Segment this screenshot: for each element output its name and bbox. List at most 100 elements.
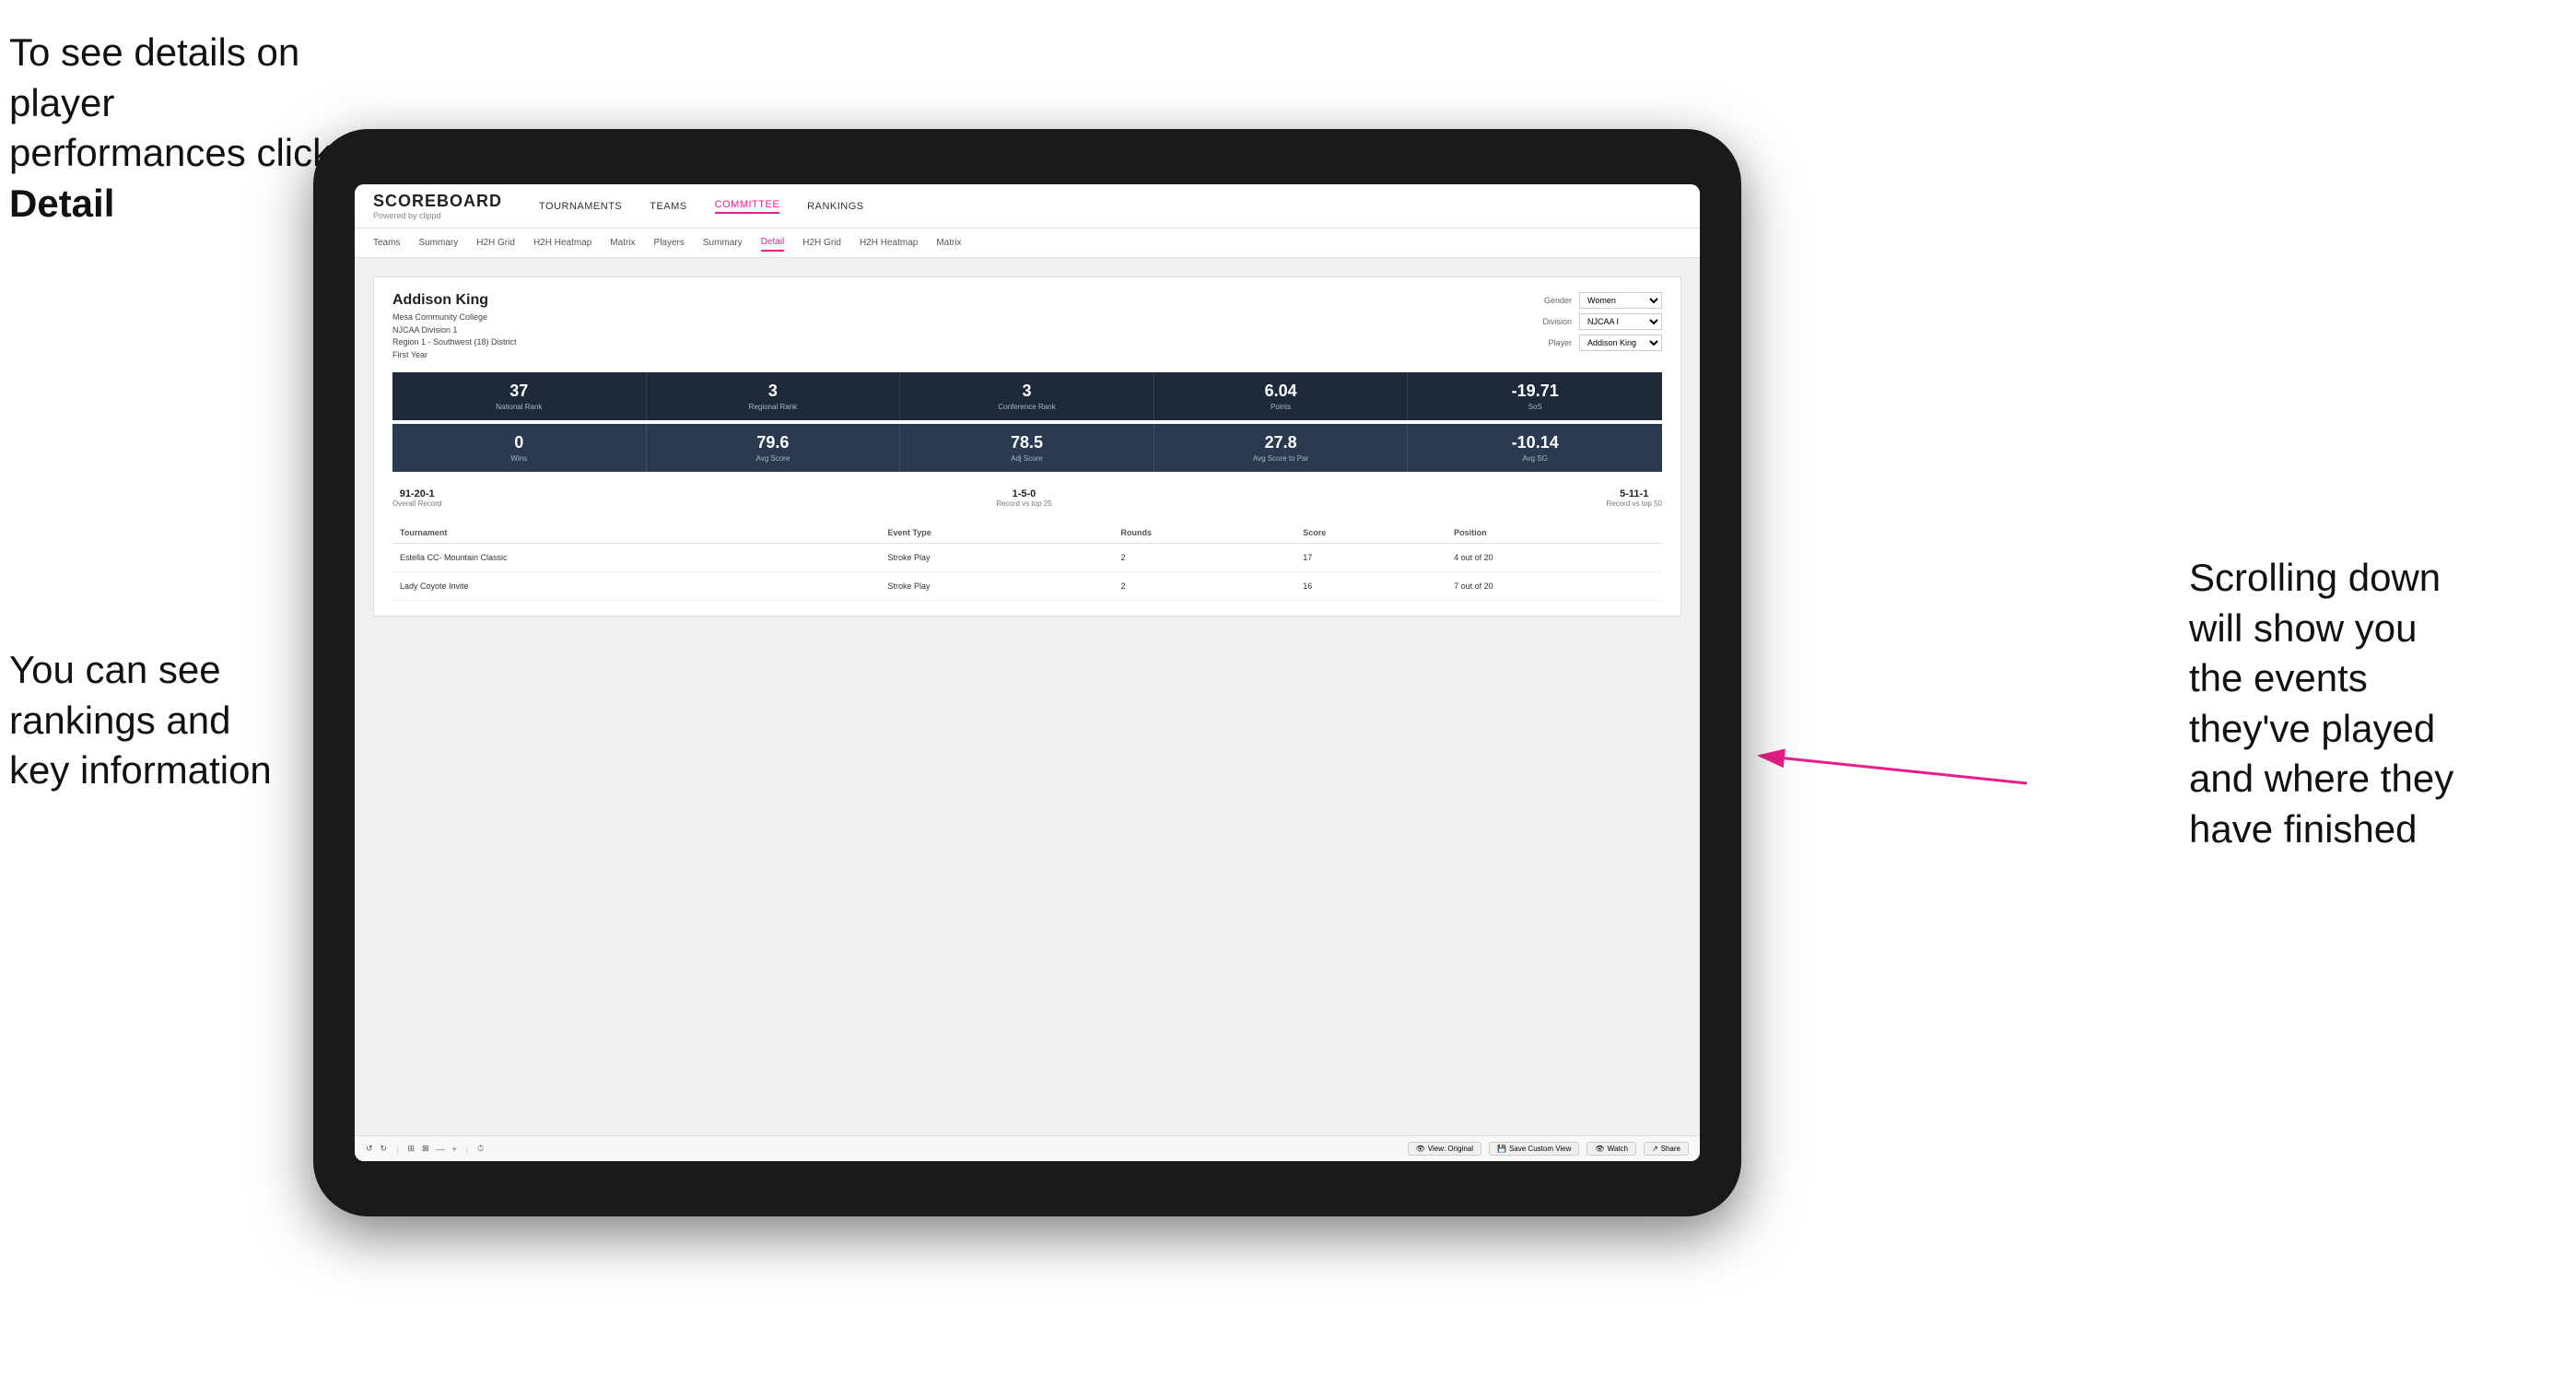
tab-h2h-grid2[interactable]: H2H Grid (802, 235, 841, 251)
tab-h2h-heatmap2[interactable]: H2H Heatmap (860, 235, 918, 251)
col-rounds: Rounds (1114, 523, 1296, 544)
player-college: Mesa Community College (392, 312, 487, 322)
tab-h2h-grid[interactable]: H2H Grid (476, 235, 515, 251)
logo-area: SCOREBOARD Powered by clippd (373, 192, 502, 220)
logo-sub: Powered by clippd (373, 211, 502, 220)
sep2: | (466, 1145, 468, 1154)
nav-teams[interactable]: TEAMS (650, 201, 686, 212)
player-year: First Year (392, 350, 427, 359)
avg-sg-label: Avg SG (1415, 454, 1655, 463)
annotation-r-1: Scrolling down (2189, 556, 2441, 599)
row1-tournament: Estella CC- Mountain Classic (392, 544, 880, 572)
division-label: Division (1542, 317, 1572, 326)
row2-event-type: Stroke Play (880, 572, 1113, 601)
main-nav: TOURNAMENTS TEAMS COMMITTEE RANKINGS (539, 199, 864, 214)
tool-3[interactable]: — (437, 1145, 445, 1154)
top25-record-label: Record vs top 25 (996, 499, 1051, 508)
stat-regional-rank: 3 Regional Rank (647, 372, 901, 420)
save-custom-btn[interactable]: 💾 Save Custom View (1489, 1142, 1579, 1156)
conference-rank-value: 3 (907, 382, 1146, 401)
stats-row2: 0 Wins 79.6 Avg Score 78.5 Adj Score 27.… (392, 424, 1662, 472)
player-select[interactable]: Addison King (1579, 335, 1662, 351)
records-row: 91-20-1 Overall Record 1-5-0 Record vs t… (392, 483, 1662, 513)
stat-avg-sg: -10.14 Avg SG (1408, 424, 1662, 472)
nav-rankings[interactable]: RANKINGS (807, 201, 863, 212)
row2-rounds: 2 (1114, 572, 1296, 601)
annotation-r-5: and where they (2189, 757, 2453, 800)
overall-record-label: Overall Record (392, 499, 441, 508)
bottom-toolbar: ↺ ↻ | ⊞ ⊠ — + | ⏱ 👁 View: Original 💾 Sav… (355, 1135, 1700, 1161)
stats-row1: 37 National Rank 3 Regional Rank 3 Confe… (392, 372, 1662, 420)
share-label: Share (1661, 1145, 1680, 1153)
main-content[interactable]: Addison King Mesa Community College NJCA… (355, 258, 1700, 1135)
row2-score: 16 (1295, 572, 1446, 601)
player-info: Addison King Mesa Community College NJCA… (392, 292, 517, 361)
tab-players[interactable]: Players (654, 235, 685, 251)
nav-committee[interactable]: COMMITTEE (715, 199, 780, 214)
avg-sg-value: -10.14 (1415, 433, 1655, 452)
annotation-r-4: they've played (2189, 707, 2435, 750)
save-icon: 💾 (1497, 1145, 1506, 1153)
tool-4[interactable]: + (452, 1145, 457, 1154)
app-header: SCOREBOARD Powered by clippd TOURNAMENTS… (355, 184, 1700, 229)
adj-score-label: Adj Score (907, 454, 1146, 463)
annotation-r-2: will show you (2189, 606, 2417, 650)
share-btn[interactable]: ↗ Share (1644, 1142, 1689, 1156)
annotation-bl-1: You can see (9, 648, 221, 691)
row2-tournament: Lady Coyote Invite (392, 572, 880, 601)
clock-icon[interactable]: ⏱ (477, 1144, 484, 1154)
table-row[interactable]: Estella CC- Mountain Classic Stroke Play… (392, 544, 1662, 572)
national-rank-value: 37 (400, 382, 638, 401)
player-name: Addison King (392, 292, 517, 309)
watch-icon: 👁 (1595, 1145, 1604, 1153)
undo-icon[interactable]: ↺ (366, 1144, 373, 1154)
tab-summary[interactable]: Summary (418, 235, 458, 251)
table-row[interactable]: Lady Coyote Invite Stroke Play 2 16 7 ou… (392, 572, 1662, 601)
annotation-r-3: the events (2189, 656, 2368, 699)
annotation-bottom-left: You can see rankings and key information (9, 645, 341, 796)
tab-summary2[interactable]: Summary (703, 235, 743, 251)
row1-rounds: 2 (1114, 544, 1296, 572)
sos-value: -19.71 (1415, 382, 1655, 401)
gender-select[interactable]: Women (1579, 292, 1662, 309)
watch-btn[interactable]: 👁 Watch (1587, 1142, 1636, 1156)
stat-avg-score-par: 27.8 Avg Score to Par (1154, 424, 1409, 472)
row1-score: 17 (1295, 544, 1446, 572)
tab-matrix2[interactable]: Matrix (936, 235, 961, 251)
view-original-label: View: Original (1428, 1145, 1473, 1153)
gender-filter-row: Gender Women (1544, 292, 1662, 309)
col-score: Score (1295, 523, 1446, 544)
national-rank-label: National Rank (400, 403, 638, 411)
points-label: Points (1162, 403, 1400, 411)
annotation-top-left-text: To see details on player performances cl… (9, 30, 332, 174)
stat-sos: -19.71 SoS (1408, 372, 1662, 420)
avg-score-par-value: 27.8 (1162, 433, 1400, 452)
row1-position: 4 out of 20 (1446, 544, 1662, 572)
top50-record-value: 5-11-1 (1607, 488, 1662, 499)
save-custom-label: Save Custom View (1509, 1145, 1571, 1153)
stat-conference-rank: 3 Conference Rank (900, 372, 1154, 420)
logo-text: SCOREBOARD (373, 192, 502, 211)
redo-icon[interactable]: ↻ (381, 1144, 388, 1154)
row2-position: 7 out of 20 (1446, 572, 1662, 601)
wins-value: 0 (400, 433, 638, 452)
tab-teams[interactable]: Teams (373, 235, 400, 251)
tab-detail[interactable]: Detail (761, 234, 785, 252)
tab-h2h-heatmap[interactable]: H2H Heatmap (533, 235, 591, 251)
nav-tournaments[interactable]: TOURNAMENTS (539, 201, 622, 212)
view-original-btn[interactable]: 👁 View: Original (1408, 1142, 1481, 1156)
division-filter-row: Division NJCAA I (1542, 313, 1662, 330)
annotation-bl-3: key information (9, 748, 272, 792)
division-select[interactable]: NJCAA I (1579, 313, 1662, 330)
tool-2[interactable]: ⊠ (422, 1144, 429, 1154)
table-header-row: Tournament Event Type Rounds Score Posit… (392, 523, 1662, 544)
player-header: Addison King Mesa Community College NJCA… (392, 292, 1662, 361)
annotation-r-6: have finished (2189, 807, 2418, 851)
watch-label: Watch (1608, 1145, 1628, 1153)
player-filters: Gender Women Division NJCAA I (1542, 292, 1662, 351)
tool-1[interactable]: ⊞ (407, 1144, 415, 1154)
avg-score-value: 79.6 (654, 433, 893, 452)
tab-matrix[interactable]: Matrix (610, 235, 635, 251)
col-tournament: Tournament (392, 523, 880, 544)
gender-label: Gender (1544, 296, 1572, 305)
